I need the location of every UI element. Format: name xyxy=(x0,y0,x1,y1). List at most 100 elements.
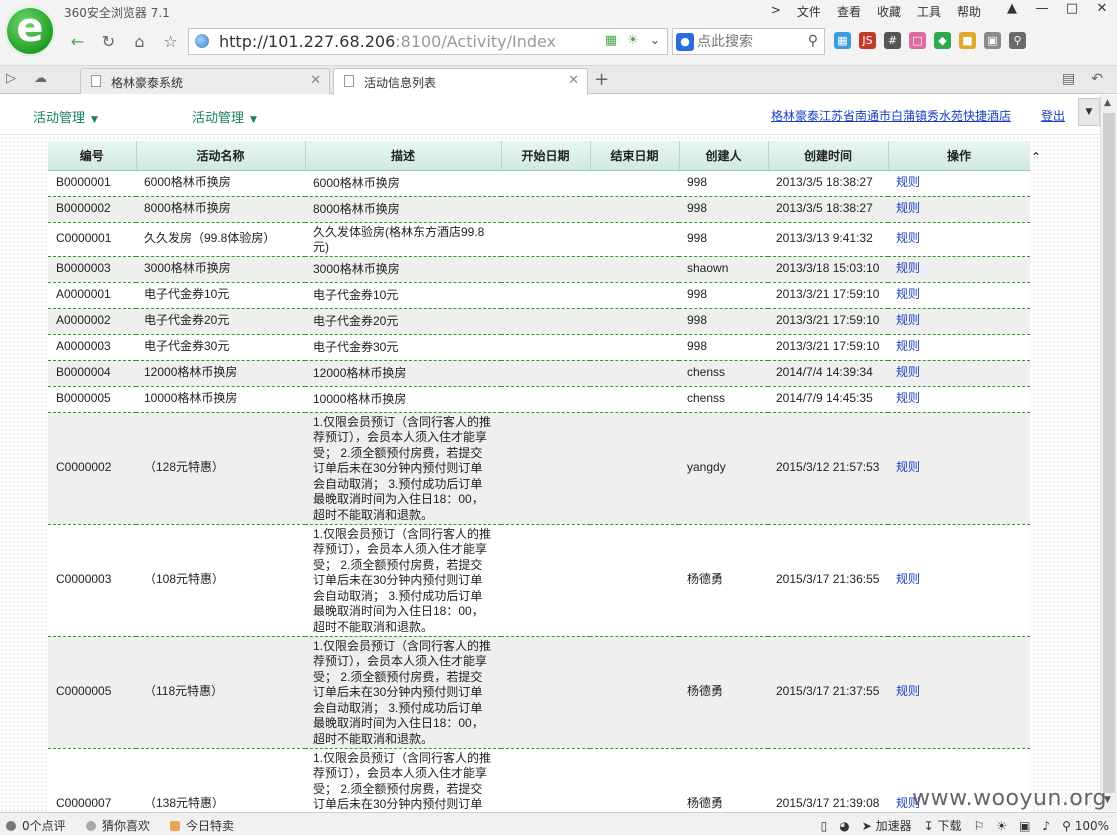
cloud-icon[interactable]: ☁ xyxy=(34,71,47,86)
zoom-item[interactable]: ⚲ 100% xyxy=(1062,819,1109,833)
address-text[interactable]: http://101.227.68.206:8100/Activity/Inde… xyxy=(219,32,556,51)
screenshot-icon[interactable]: □ xyxy=(909,32,926,49)
sidebar-toggle-icon[interactable]: ▷ xyxy=(6,71,16,86)
cell-action[interactable]: 规则 xyxy=(888,524,1030,637)
skin-icon[interactable]: ▲ xyxy=(997,0,1027,20)
cell-name: 电子代金券10元 xyxy=(136,282,305,309)
collapse-caret-icon[interactable]: ⌃ xyxy=(1031,150,1041,164)
cell-action[interactable]: 规则 xyxy=(888,308,1030,335)
undo-close-icon[interactable]: ↶ xyxy=(1091,71,1103,87)
menu-tools[interactable]: 工具 xyxy=(909,3,949,20)
new-tab-icon[interactable]: + xyxy=(594,69,609,90)
header-created[interactable]: 创建时间 xyxy=(768,141,889,171)
header-name[interactable]: 活动名称 xyxy=(136,141,306,171)
cell-created: 2013/3/18 15:03:10 xyxy=(768,256,888,283)
vertical-scrollbar[interactable]: ▲ ▼ xyxy=(1100,95,1117,811)
cell-created: 2015/3/17 21:36:55 xyxy=(768,524,888,637)
menu-view[interactable]: 查看 xyxy=(829,3,869,20)
address-icons: ▦ ☀ ⌄ xyxy=(603,33,663,48)
table-row: C0000002 （128元特惠） 1.仅限会员预订（含同行客人的推荐预订），会员本… xyxy=(48,412,1030,525)
header-end[interactable]: 结束日期 xyxy=(590,141,680,171)
gift-icon[interactable]: ■ xyxy=(959,32,976,49)
table-row: B0000004 12000格林币换房 12000格林币换房 chenss 2014/7… xyxy=(48,360,1030,387)
shield-icon[interactable]: ◆ xyxy=(934,32,951,49)
tab-activity-list[interactable]: 活动信息列表 ✕ xyxy=(333,68,588,95)
cell-action[interactable]: 规则 xyxy=(888,360,1030,387)
speed-icon[interactable]: ◕ xyxy=(839,819,849,833)
header-id[interactable]: 编号 xyxy=(48,141,137,171)
search-icon[interactable]: ⚲ xyxy=(808,33,818,49)
table-row: A0000002 电子代金券20元 电子代金券20元 998 2013/3/21 17:… xyxy=(48,308,1030,335)
cell-action[interactable]: 规则 xyxy=(888,636,1030,749)
tab-green-system[interactable]: 格林豪泰系统 ✕ xyxy=(80,68,330,94)
header-dropdown-button[interactable]: ▼ xyxy=(1078,98,1100,126)
js-icon[interactable]: JS xyxy=(859,32,876,49)
volume-icon[interactable]: ♪ xyxy=(1042,819,1050,833)
maximize-button[interactable]: □ xyxy=(1057,0,1087,20)
menu-favorites[interactable]: 收藏 xyxy=(869,3,909,20)
guess-item[interactable]: 猜你喜欢 xyxy=(86,817,150,834)
header-creator[interactable]: 创建人 xyxy=(679,141,769,171)
cell-desc: 1.仅限会员预订（含同行客人的推荐预订），会员本人须入住才能享受； 2.须全额预… xyxy=(305,636,501,749)
cell-name: （108元特惠） xyxy=(136,524,305,637)
scroll-up-icon[interactable]: ▲ xyxy=(1104,98,1111,108)
cell-action[interactable]: 规则 xyxy=(888,334,1030,361)
cell-action[interactable]: 规则 xyxy=(888,256,1030,283)
cell-created: 2013/3/13 9:41:32 xyxy=(768,222,888,257)
activity-menu-1[interactable]: 活动管理 ▼ xyxy=(33,107,98,126)
download-item[interactable]: ↧ 下载 xyxy=(924,817,962,834)
header-start[interactable]: 开始日期 xyxy=(501,141,591,171)
qr-code-icon[interactable]: ▦ xyxy=(603,33,619,48)
zoom-icon[interactable]: ⚲ xyxy=(1009,32,1026,49)
accelerator-item[interactable]: ➤ 加速器 xyxy=(862,817,912,834)
apps-grid-icon[interactable]: ▦ xyxy=(834,32,851,49)
hotel-link[interactable]: 格林豪泰江苏省南通市白蒲镇秀水苑快捷酒店 xyxy=(771,107,1011,124)
comments-item[interactable]: 0个点评 xyxy=(6,817,66,834)
menu-file[interactable]: 文件 xyxy=(789,3,829,20)
menu-help[interactable]: 帮助 xyxy=(949,3,989,20)
cell-start xyxy=(501,636,590,749)
back-arrow-icon[interactable]: ← xyxy=(62,28,93,56)
header-desc[interactable]: 描述 xyxy=(305,141,502,171)
star-icon[interactable]: ☆ xyxy=(155,28,186,56)
cell-action[interactable]: 规则 xyxy=(888,196,1030,223)
close-tab-icon[interactable]: ✕ xyxy=(568,73,579,88)
cell-created: 2013/3/5 18:38:27 xyxy=(768,196,888,223)
table-row: B0000001 6000格林币换房 6000格林币换房 998 2013/3/5 18… xyxy=(48,170,1030,197)
address-bar[interactable]: http://101.227.68.206:8100/Activity/Inde… xyxy=(188,28,668,55)
chevron-down-icon[interactable]: ⌄ xyxy=(647,33,663,48)
hash-icon[interactable]: # xyxy=(884,32,901,49)
ie-icon[interactable]: ☀ xyxy=(996,819,1007,833)
baidu-icon[interactable]: ● xyxy=(676,33,694,51)
cell-action[interactable]: 规则 xyxy=(888,412,1030,525)
cell-action[interactable]: 规则 xyxy=(888,282,1030,309)
image-icon[interactable]: ▣ xyxy=(984,32,1001,49)
cell-desc: 10000格林币换房 xyxy=(305,386,501,413)
logout-link[interactable]: 登出 xyxy=(1041,107,1065,124)
cell-action[interactable]: 规则 xyxy=(888,386,1030,413)
flag-icon[interactable]: ⚐ xyxy=(974,819,985,833)
header-action[interactable]: 操作 xyxy=(888,141,1030,171)
scrollbar-thumb[interactable] xyxy=(1103,113,1115,793)
cell-name: 10000格林币换房 xyxy=(136,386,305,413)
search-input[interactable] xyxy=(697,31,797,53)
close-tab-icon[interactable]: ✕ xyxy=(310,73,321,88)
tab-list-icon[interactable]: ▤ xyxy=(1062,71,1075,87)
ie-mode-icon[interactable]: ☀ xyxy=(625,33,641,48)
close-button[interactable]: ✕ xyxy=(1087,0,1117,20)
deals-item[interactable]: 今日特卖 xyxy=(170,817,234,834)
cell-action[interactable]: 规则 xyxy=(888,222,1030,257)
window-icon[interactable]: ▣ xyxy=(1019,819,1030,833)
home-icon[interactable]: ⌂ xyxy=(124,28,155,56)
cell-start xyxy=(501,308,590,335)
cell-id: A0000002 xyxy=(48,308,136,335)
refresh-icon[interactable]: ↻ xyxy=(93,28,124,56)
minimize-button[interactable]: — xyxy=(1027,0,1057,20)
cell-name: （138元特惠） xyxy=(136,748,305,811)
activity-menu-2[interactable]: 活动管理 ▼ xyxy=(192,107,257,126)
caret-down-icon: ▼ xyxy=(250,115,257,125)
phone-icon[interactable]: ▯ xyxy=(821,819,828,833)
cell-action[interactable]: 规则 xyxy=(888,170,1030,197)
chevron-right-icon[interactable]: > xyxy=(763,3,789,20)
app-title: 360安全浏览器 7.1 xyxy=(64,6,170,20)
